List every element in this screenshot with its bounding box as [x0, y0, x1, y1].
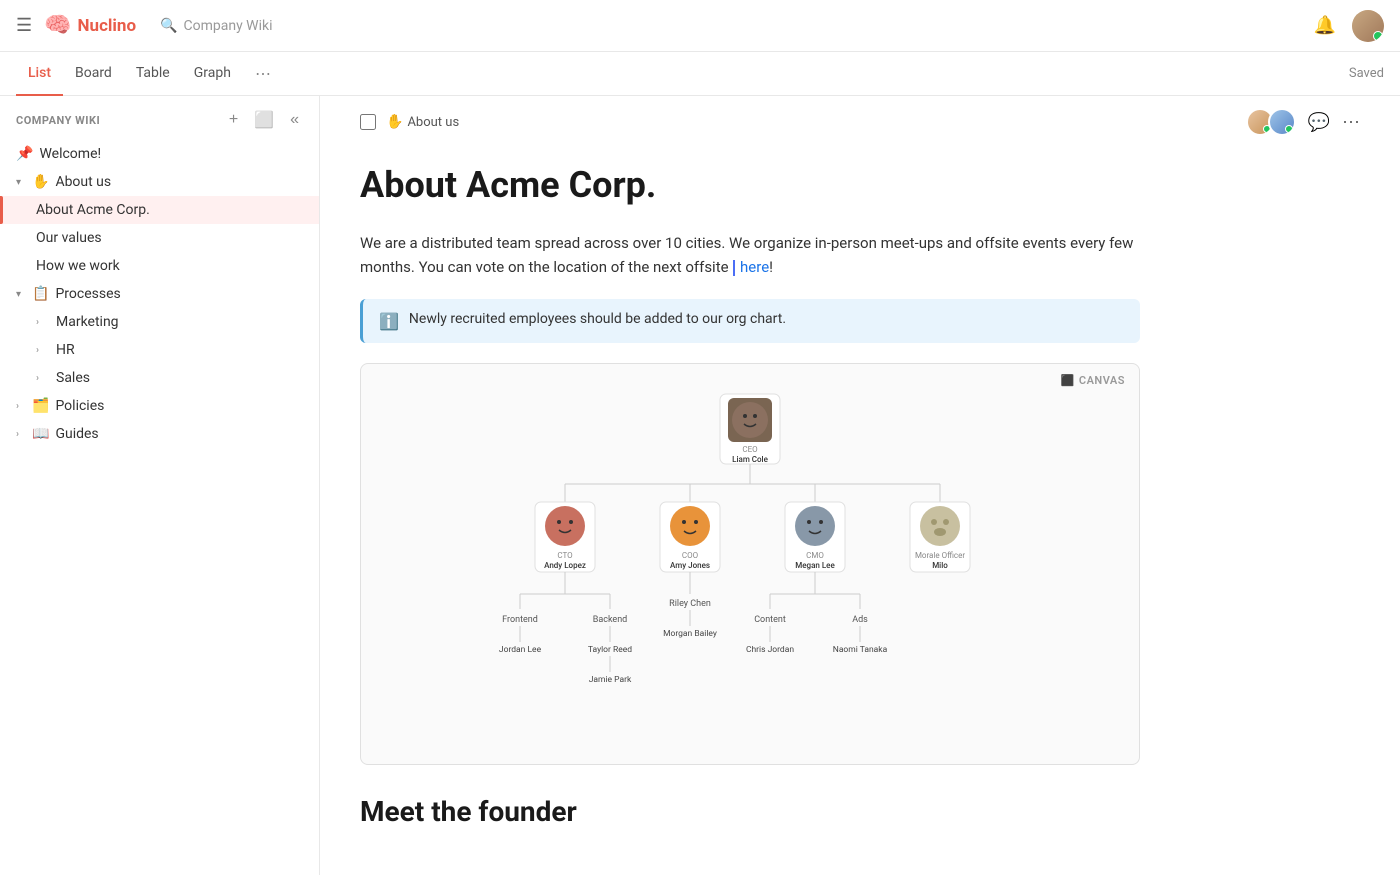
section-founder-title: Meet the founder: [360, 795, 1140, 828]
content-header-actions: 💬 ⋯: [1246, 108, 1360, 136]
online-indicator-2: [1285, 125, 1293, 133]
page-paragraph: We are a distributed team spread across …: [360, 231, 1140, 279]
about-us-icon: ✋: [32, 174, 49, 190]
tab-table[interactable]: Table: [124, 52, 182, 96]
sidebar-item-how-we-work[interactable]: How we work ☐: [0, 252, 319, 280]
sidebar-collapse-button[interactable]: «: [286, 108, 303, 132]
svg-text:Riley Chen: Riley Chen: [669, 599, 711, 609]
processes-icon: 📋: [32, 286, 49, 302]
chevron-right-icon-2: ›: [36, 345, 48, 356]
comment-icon[interactable]: 💬: [1308, 112, 1330, 133]
hamburger-icon[interactable]: ☰: [16, 15, 32, 36]
page-checkbox[interactable]: [360, 114, 376, 130]
svg-text:COO: COO: [682, 551, 699, 560]
svg-text:Chris Jordan: Chris Jordan: [746, 645, 794, 655]
svg-text:CTO: CTO: [557, 551, 573, 560]
svg-text:Content: Content: [754, 615, 786, 625]
svg-text:Morale Officer: Morale Officer: [915, 551, 965, 560]
sidebar-add-button[interactable]: +: [225, 108, 242, 132]
chevron-right-icon: ›: [36, 317, 48, 328]
search-area[interactable]: 🔍 Company Wiki: [160, 18, 272, 34]
saved-label: Saved: [1349, 66, 1384, 81]
sidebar-item-sales[interactable]: › Sales ☐: [0, 364, 319, 392]
svg-text:Taylor Reed: Taylor Reed: [588, 645, 632, 655]
canvas-label: ⬛ CANVAS: [1061, 374, 1125, 387]
tab-list[interactable]: List: [16, 52, 63, 96]
page-title: About Acme Corp.: [360, 164, 1140, 207]
sidebar-item-hr[interactable]: › HR ☐: [0, 336, 319, 364]
chevron-down-icon-2: ▾: [16, 289, 28, 300]
chevron-right-icon-5: ›: [16, 429, 28, 440]
text-cursor: [733, 260, 735, 276]
breadcrumb-label: About us: [407, 115, 459, 130]
canvas-icon: ⬛: [1061, 374, 1075, 387]
svg-text:CMO: CMO: [806, 551, 824, 560]
svg-text:Milo: Milo: [932, 561, 948, 570]
sidebar-header: COMPANY WIKI + ⬜ «: [0, 96, 319, 140]
sidebar-item-policies[interactable]: › 🗂️ Policies ☐: [0, 392, 319, 420]
sidebar-item-guides[interactable]: › 📖 Guides ☐: [0, 420, 319, 448]
search-placeholder: Company Wiki: [183, 18, 272, 34]
svg-text:Andy Lopez: Andy Lopez: [544, 561, 586, 570]
svg-text:Morgan Bailey: Morgan Bailey: [663, 629, 717, 639]
avatar-image: [1352, 10, 1384, 42]
sidebar-expand-button[interactable]: ⬜: [250, 108, 278, 132]
main-layout: COMPANY WIKI + ⬜ « 📌 Welcome! ▾ ✋ About …: [0, 96, 1400, 875]
logo-icon: 🧠: [44, 13, 71, 38]
svg-text:Frontend: Frontend: [502, 615, 538, 625]
pin-icon: 📌: [16, 146, 33, 162]
content-area: ✋ About us 💬 ⋯ About Acme Corp.: [320, 96, 1400, 875]
svg-text:Ads: Ads: [852, 615, 868, 625]
breadcrumb-emoji: ✋: [386, 114, 403, 130]
svg-text:CEO: CEO: [742, 445, 758, 454]
org-chart-canvas: ⬛ CANVAS CEO Liam Cole: [360, 363, 1140, 765]
svg-text:Liam Cole: Liam Cole: [732, 455, 768, 464]
svg-text:Jordan Lee: Jordan Lee: [499, 645, 542, 655]
sidebar-actions: + ⬜ «: [225, 108, 303, 132]
chevron-down-icon: ▾: [16, 177, 28, 188]
bell-icon[interactable]: 🔔: [1314, 15, 1336, 36]
more-options-icon[interactable]: ⋯: [1342, 112, 1360, 133]
svg-text:Amy Jones: Amy Jones: [670, 561, 710, 570]
collaborator-avatar-2: [1268, 108, 1296, 136]
sidebar-item-our-values[interactable]: Our values ☐: [0, 224, 319, 252]
content-body: About Acme Corp. We are a distributed te…: [320, 144, 1180, 868]
chevron-right-icon-3: ›: [36, 373, 48, 384]
collaborator-avatars: [1246, 108, 1296, 136]
svg-text:Naomi Tanaka: Naomi Tanaka: [833, 645, 888, 655]
breadcrumb: ✋ About us: [386, 114, 459, 130]
here-link[interactable]: here: [740, 258, 769, 276]
tab-board[interactable]: Board: [63, 52, 124, 96]
info-box: ℹ️ Newly recruited employees should be a…: [360, 299, 1140, 343]
chevron-right-icon-4: ›: [16, 401, 28, 412]
guides-icon: 📖: [32, 426, 49, 442]
search-icon: 🔍: [160, 18, 177, 34]
sidebar-item-marketing[interactable]: › Marketing ☐: [0, 308, 319, 336]
svg-text:Jamie Park: Jamie Park: [589, 675, 632, 685]
user-avatar[interactable]: [1352, 10, 1384, 42]
top-nav: ☰ 🧠 Nuclino 🔍 Company Wiki 🔔: [0, 0, 1400, 52]
tab-graph[interactable]: Graph: [182, 52, 243, 96]
svg-text:Backend: Backend: [593, 615, 628, 625]
logo: 🧠 Nuclino: [44, 13, 136, 38]
info-icon: ℹ️: [379, 312, 399, 331]
top-nav-right: 🔔: [1314, 10, 1384, 42]
sidebar-item-processes[interactable]: ▾ 📋 Processes ☐: [0, 280, 319, 308]
svg-text:Megan Lee: Megan Lee: [795, 561, 835, 570]
sub-nav: List Board Table Graph ⋯ Saved: [0, 52, 1400, 96]
policies-icon: 🗂️: [32, 398, 49, 414]
sidebar-item-about-us[interactable]: ▾ ✋ About us ☐: [0, 168, 319, 196]
sidebar-item-about-acme[interactable]: About Acme Corp. ☐: [0, 196, 319, 224]
content-header-bar: ✋ About us 💬 ⋯: [320, 96, 1400, 144]
logo-text: Nuclino: [78, 16, 137, 36]
sidebar: COMPANY WIKI + ⬜ « 📌 Welcome! ▾ ✋ About …: [0, 96, 320, 875]
tab-more-icon[interactable]: ⋯: [247, 60, 279, 87]
org-chart-svg: CEO Liam Cole: [430, 384, 1070, 744]
info-text: Newly recruited employees should be adde…: [409, 311, 786, 327]
sidebar-workspace-title: COMPANY WIKI: [16, 114, 225, 127]
sidebar-item-welcome[interactable]: 📌 Welcome!: [0, 140, 319, 168]
